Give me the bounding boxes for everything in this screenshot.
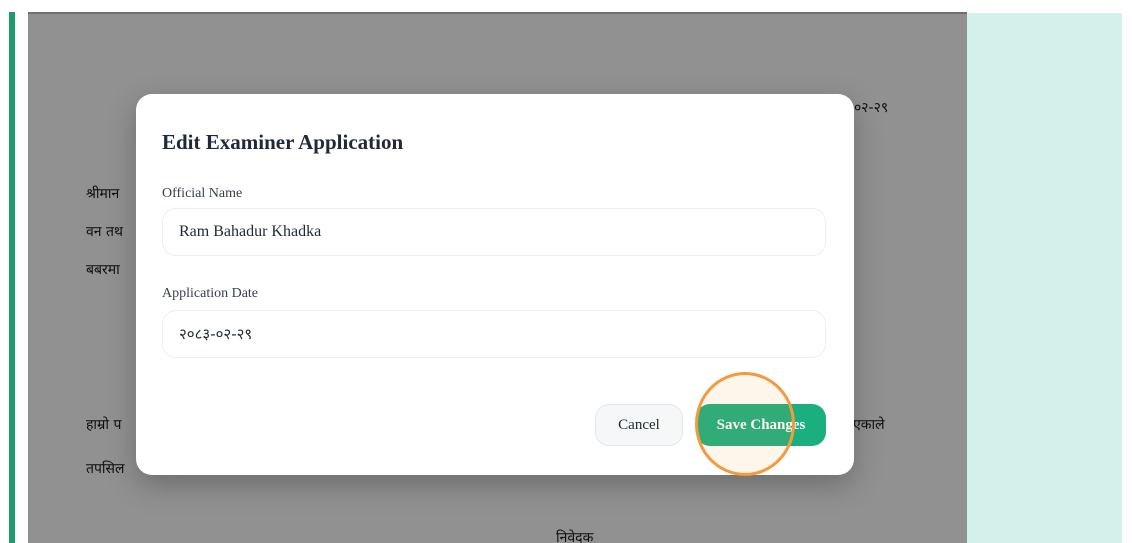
application-date-input[interactable]	[162, 310, 826, 358]
cancel-button[interactable]: Cancel	[595, 404, 683, 446]
app-window: ०२-२९ श्रीमान वन तथ बबरमा हाम्रो प एकाले…	[0, 0, 1132, 543]
application-date-label: Application Date	[162, 286, 259, 301]
save-changes-button[interactable]: Save Changes	[696, 404, 826, 446]
right-side-panel	[967, 13, 1122, 543]
official-name-label: Official Name	[162, 186, 243, 201]
dialog-title: Edit Examiner Application	[162, 130, 404, 154]
left-accent-strip	[9, 12, 15, 543]
edit-examiner-dialog: Edit Examiner Application Official Name …	[136, 94, 854, 475]
official-name-input[interactable]	[162, 208, 826, 256]
